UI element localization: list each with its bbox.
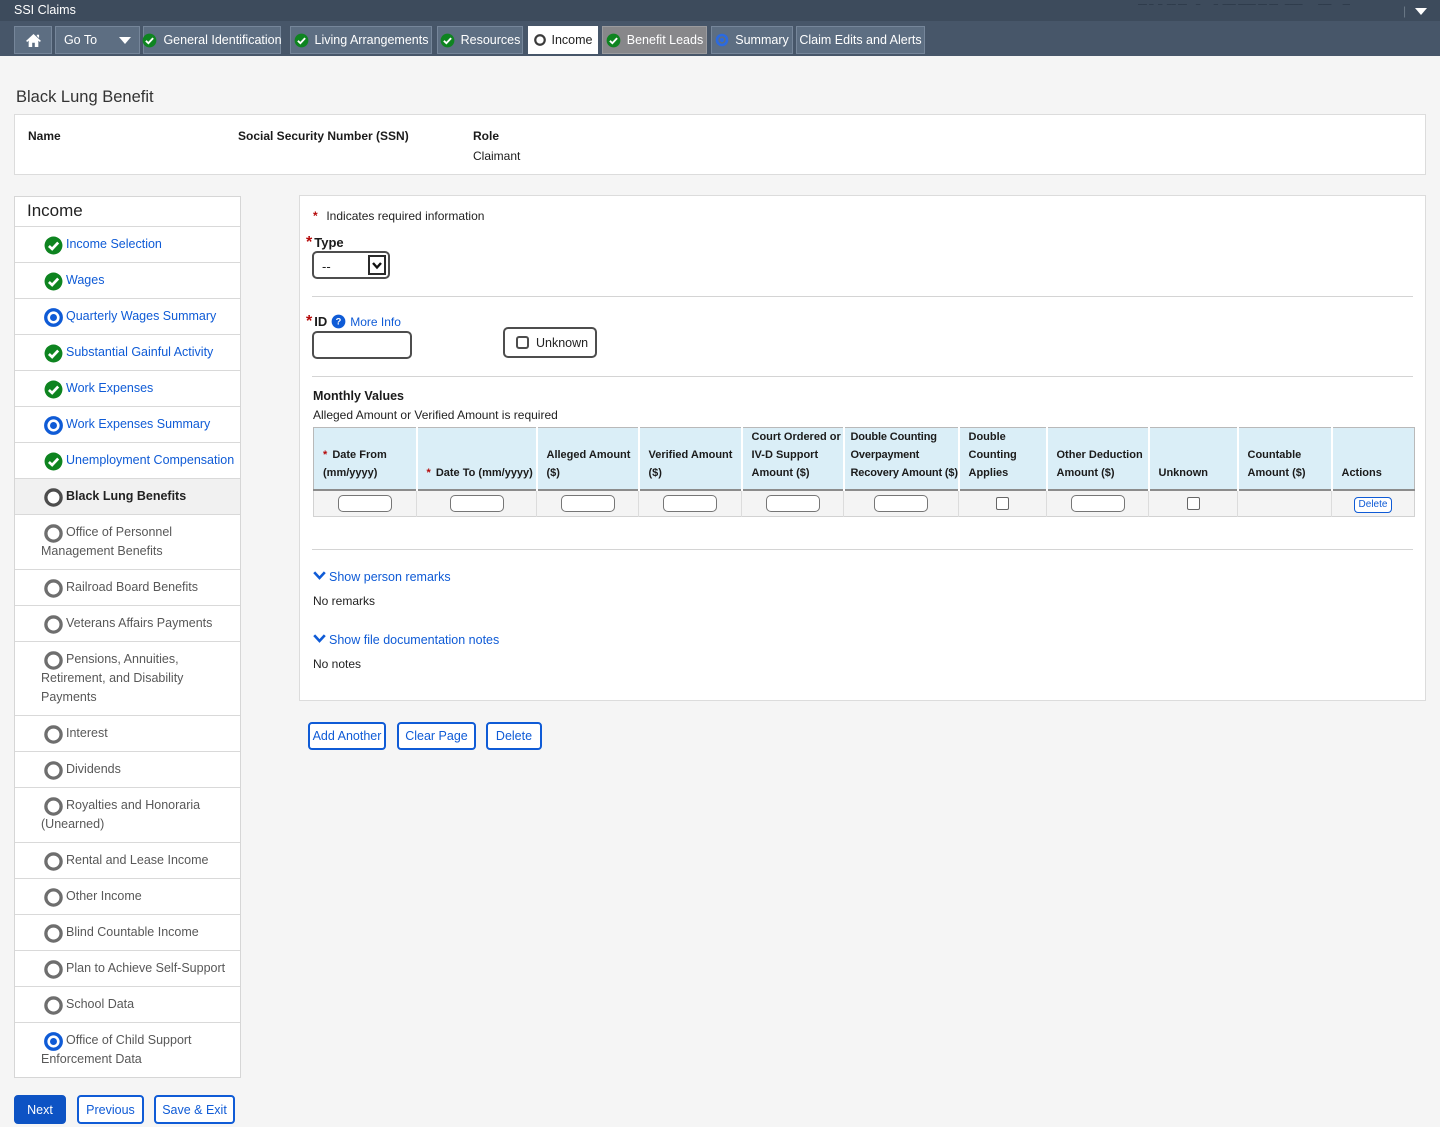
svg-text:?: ? xyxy=(336,317,342,327)
